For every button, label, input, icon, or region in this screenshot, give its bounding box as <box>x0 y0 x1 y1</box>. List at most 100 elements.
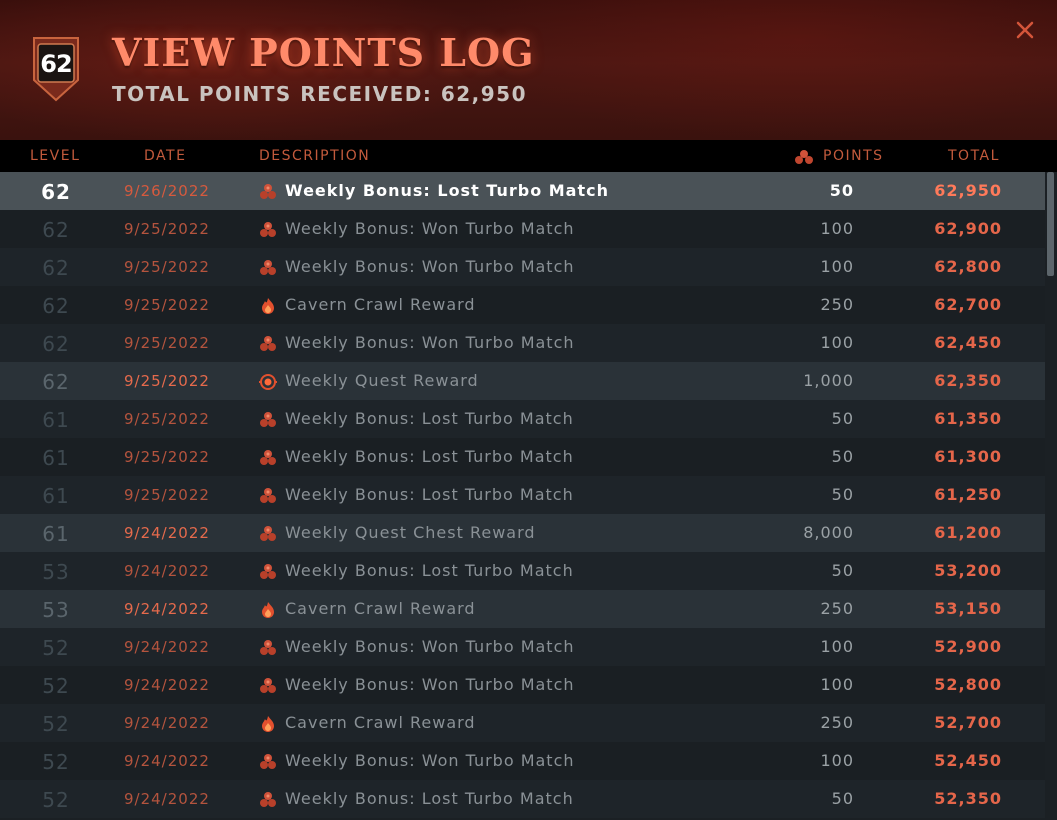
turbo-match-icon <box>259 221 277 239</box>
row-total: 61,300 <box>934 447 1002 466</box>
row-level: 62 <box>42 218 70 242</box>
row-description: Weekly Bonus: Lost Turbo Match <box>285 447 574 466</box>
row-description: Cavern Crawl Reward <box>285 713 476 732</box>
cavern-crawl-icon <box>259 297 277 315</box>
column-level[interactable]: LEVEL <box>30 148 80 164</box>
row-description: Cavern Crawl Reward <box>285 295 476 314</box>
table-row[interactable]: 61 9/25/2022 Weekly Bonus: Lost Turbo Matc… <box>0 476 1045 514</box>
row-points: 250 <box>820 295 854 314</box>
turbo-match-icon <box>259 259 277 277</box>
row-level: 53 <box>42 598 70 622</box>
row-total: 61,350 <box>934 409 1002 428</box>
table-row[interactable]: 62 9/25/2022 Cavern Crawl Reward 250 62,700 <box>0 286 1045 324</box>
close-button[interactable] <box>1011 16 1039 44</box>
table-row[interactable]: 62 9/25/2022 Weekly Bonus: Won Turbo Match… <box>0 324 1045 362</box>
scrollbar-thumb[interactable] <box>1047 172 1054 276</box>
points-icon <box>795 150 813 164</box>
turbo-match-icon <box>259 563 277 581</box>
column-description[interactable]: DESCRIPTION <box>259 148 370 164</box>
row-date: 9/25/2022 <box>124 486 210 504</box>
cavern-crawl-icon <box>259 715 277 733</box>
row-total: 53,150 <box>934 599 1002 618</box>
row-description: Weekly Bonus: Won Turbo Match <box>285 637 575 656</box>
turbo-match-icon <box>259 753 277 771</box>
table-row[interactable]: 62 9/25/2022 Weekly Quest Reward 1,000 62,35… <box>0 362 1045 400</box>
row-points: 50 <box>829 181 854 200</box>
row-level: 61 <box>42 408 70 432</box>
column-total[interactable]: TOTAL <box>948 148 1000 164</box>
table-row[interactable]: 62 9/25/2022 Weekly Bonus: Won Turbo Match… <box>0 248 1045 286</box>
table-row[interactable]: 61 9/25/2022 Weekly Bonus: Lost Turbo Matc… <box>0 400 1045 438</box>
row-date: 9/24/2022 <box>124 676 210 694</box>
row-date: 9/25/2022 <box>124 448 210 466</box>
row-total: 62,700 <box>934 295 1002 314</box>
row-total: 53,200 <box>934 561 1002 580</box>
row-total: 62,800 <box>934 257 1002 276</box>
turbo-match-icon <box>259 639 277 657</box>
row-points: 50 <box>831 485 854 504</box>
row-description: Weekly Bonus: Lost Turbo Match <box>285 485 574 504</box>
row-points: 100 <box>820 637 854 656</box>
row-points: 1,000 <box>803 371 854 390</box>
row-total: 52,800 <box>934 675 1002 694</box>
row-level: 52 <box>42 788 70 812</box>
scrollbar[interactable] <box>1045 172 1057 820</box>
row-level: 52 <box>42 636 70 660</box>
row-points: 100 <box>820 675 854 694</box>
row-date: 9/24/2022 <box>124 714 210 732</box>
row-total: 61,200 <box>934 523 1002 542</box>
row-level: 53 <box>42 560 70 584</box>
table-row[interactable]: 62 9/25/2022 Weekly Bonus: Won Turbo Match… <box>0 210 1045 248</box>
row-description: Weekly Bonus: Won Turbo Match <box>285 219 575 238</box>
turbo-match-icon <box>259 449 277 467</box>
row-description: Weekly Quest Chest Reward <box>285 523 536 542</box>
row-points: 100 <box>820 257 854 276</box>
table-row[interactable]: 52 9/24/2022 Weekly Bonus: Won Turbo Match… <box>0 666 1045 704</box>
row-description: Cavern Crawl Reward <box>285 599 476 618</box>
row-level: 62 <box>42 294 70 318</box>
row-level: 61 <box>42 522 70 546</box>
table-row[interactable]: 61 9/25/2022 Weekly Bonus: Lost Turbo Matc… <box>0 438 1045 476</box>
row-date: 9/25/2022 <box>124 258 210 276</box>
table-row[interactable]: 53 9/24/2022 Weekly Bonus: Lost Turbo Matc… <box>0 552 1045 590</box>
row-date: 9/24/2022 <box>124 752 210 770</box>
turbo-match-icon <box>259 411 277 429</box>
row-level: 62 <box>42 256 70 280</box>
page-title: VIEW POINTS LOG <box>112 30 535 75</box>
row-level: 62 <box>42 332 70 356</box>
table-row[interactable]: 61 9/24/2022 Weekly Quest Chest Reward 8,00… <box>0 514 1045 552</box>
row-level: 61 <box>42 446 70 470</box>
row-points: 8,000 <box>803 523 854 542</box>
row-date: 9/24/2022 <box>124 790 210 808</box>
row-date: 9/24/2022 <box>124 600 210 618</box>
turbo-match-icon <box>259 335 277 353</box>
row-date: 9/26/2022 <box>124 182 210 200</box>
row-total: 62,350 <box>934 371 1002 390</box>
row-date: 9/24/2022 <box>124 562 210 580</box>
column-points[interactable]: POINTS <box>823 148 884 164</box>
row-description: Weekly Bonus: Lost Turbo Match <box>285 409 574 428</box>
row-points: 50 <box>831 409 854 428</box>
table-row[interactable]: 52 9/24/2022 Weekly Bonus: Won Turbo Match… <box>0 742 1045 780</box>
row-level: 62 <box>42 370 70 394</box>
row-points: 50 <box>831 561 854 580</box>
cavern-crawl-icon <box>259 601 277 619</box>
column-date[interactable]: DATE <box>144 148 186 164</box>
close-x-icon[interactable] <box>1011 16 1039 44</box>
table-row[interactable]: 52 9/24/2022 Cavern Crawl Reward 250 52,700 <box>0 704 1045 742</box>
row-date: 9/25/2022 <box>124 220 210 238</box>
row-total: 62,950 <box>934 181 1002 200</box>
row-points: 50 <box>831 447 854 466</box>
turbo-match-icon <box>259 183 277 201</box>
table-row[interactable]: 52 9/24/2022 Weekly Bonus: Lost Turbo Matc… <box>0 780 1045 818</box>
row-description: Weekly Bonus: Won Turbo Match <box>285 257 575 276</box>
table-row[interactable]: 53 9/24/2022 Cavern Crawl Reward 250 53,150 <box>0 590 1045 628</box>
row-total: 52,450 <box>934 751 1002 770</box>
total-points-received: TOTAL POINTS RECEIVED: 62,950 <box>112 82 527 106</box>
row-level: 61 <box>42 484 70 508</box>
row-description: Weekly Bonus: Lost Turbo Match <box>285 789 574 808</box>
table-row[interactable]: 52 9/24/2022 Weekly Bonus: Won Turbo Match… <box>0 628 1045 666</box>
table-row[interactable]: 62 9/26/2022 Weekly Bonus: Lost Turbo Matc… <box>0 172 1045 210</box>
row-description: Weekly Bonus: Won Turbo Match <box>285 675 575 694</box>
row-total: 62,900 <box>934 219 1002 238</box>
